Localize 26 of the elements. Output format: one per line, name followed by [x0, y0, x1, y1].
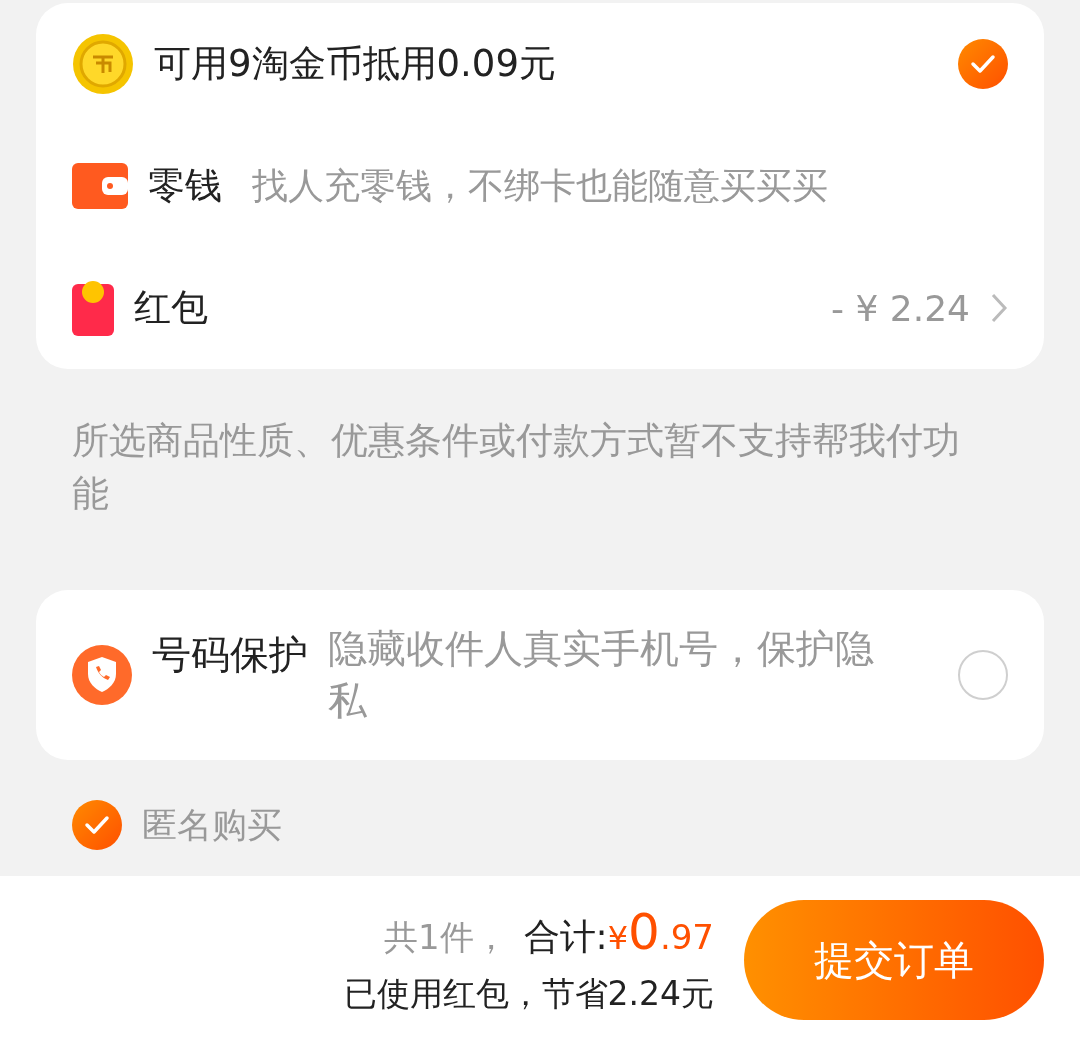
amount-decimal: .97 [659, 917, 714, 957]
check-icon [84, 815, 110, 835]
option-hint: 找人充零钱，不绑卡也能随意买买买 [252, 163, 828, 208]
anonymous-label: 匿名购买 [142, 803, 282, 847]
notice-text: 所选商品性质、优惠条件或付款方式暂不支持帮我付功能 [71, 418, 961, 517]
total-label: 合计: [523, 915, 608, 959]
envelope-icon [72, 280, 114, 336]
option-label: 红包 [134, 285, 208, 331]
protection-title: 号码保护 [152, 631, 308, 679]
item-count: 共1件， [383, 916, 508, 959]
coin-icon [72, 33, 134, 95]
currency-sign: ¥ [607, 919, 629, 957]
protection-hint: 隐藏收件人真实手机号，保护隐私 [328, 625, 875, 725]
check-icon [970, 54, 996, 74]
savings-text: 已使用红包，节省2.24元 [343, 973, 714, 1015]
checkbox[interactable] [958, 39, 1008, 89]
amount-integer: 0 [628, 903, 660, 961]
wallet-icon [72, 163, 128, 209]
checkbox[interactable] [958, 650, 1008, 700]
discount-value: - ¥ 2.24 [831, 287, 970, 329]
option-label: 可用9淘金币抵用0.09元 [154, 41, 556, 87]
chevron-right-icon[interactable] [990, 292, 1008, 324]
checkbox[interactable] [72, 800, 122, 850]
phone-shield-icon [72, 645, 132, 705]
submit-order-button[interactable]: 提交订单 [744, 900, 1044, 1020]
option-label: 零钱 [148, 163, 222, 209]
